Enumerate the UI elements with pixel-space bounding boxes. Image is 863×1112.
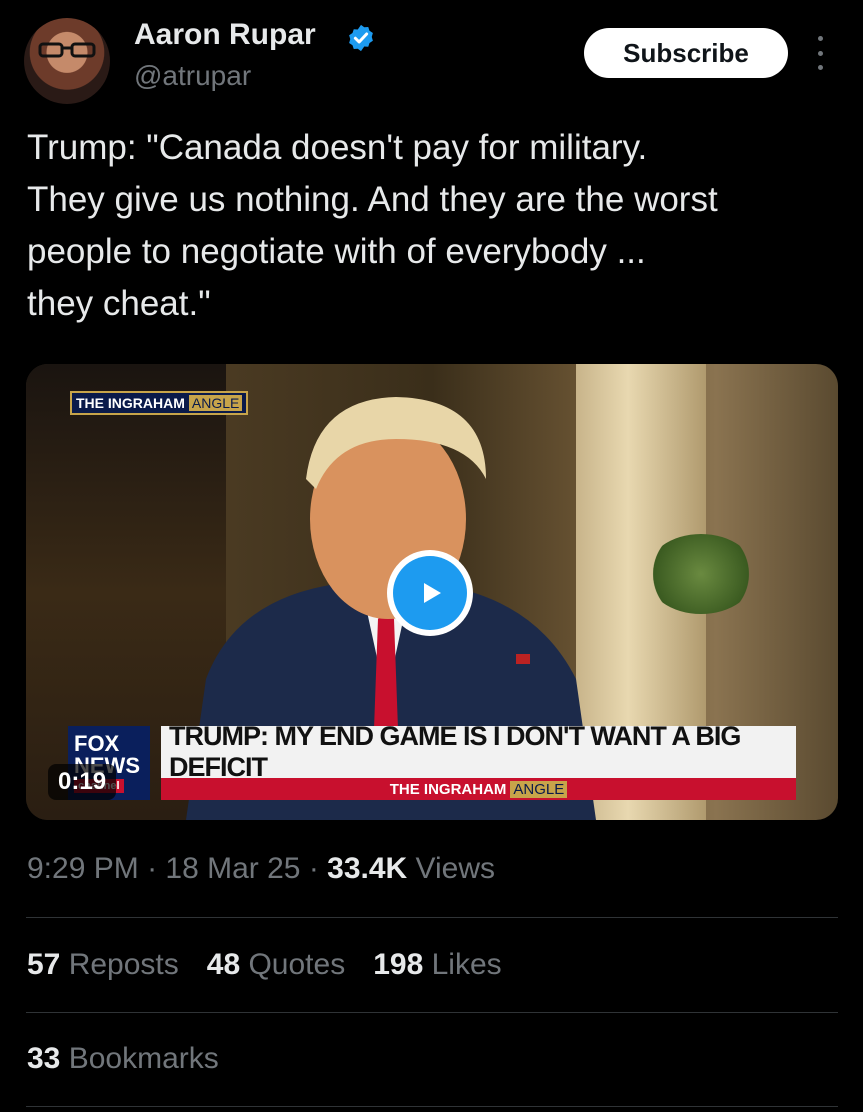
more-vertical-icon[interactable] <box>810 36 830 70</box>
divider <box>26 1012 838 1013</box>
video-plant <box>646 534 756 614</box>
reposts-label: Reposts <box>60 948 179 981</box>
tweet-header: Aaron Rupar @atrupar Subscribe <box>24 18 839 108</box>
bookmarks-label: Bookmarks <box>60 1042 219 1075</box>
show-logo-name: THE INGRAHAM <box>76 395 185 411</box>
news-chyron: TRUMP: MY END GAME IS I DON'T WANT A BIG… <box>161 721 796 800</box>
play-button[interactable] <box>387 550 473 636</box>
subscribe-button[interactable]: Subscribe <box>584 28 788 78</box>
reposts-stat[interactable]: 57 Reposts <box>27 948 179 982</box>
likes-count: 198 <box>373 948 424 981</box>
avatar[interactable] <box>24 18 110 104</box>
author-handle[interactable]: @atrupar <box>134 60 251 92</box>
tweet-meta: 9:29 PM · 18 Mar 25 · 33.4K Views <box>27 852 495 886</box>
author-name[interactable]: Aaron Rupar <box>134 18 316 52</box>
quotes-label: Quotes <box>240 948 346 981</box>
fox-logo-fox: FOX <box>74 731 120 756</box>
chyron-sub-name: THE INGRAHAM <box>389 780 507 798</box>
show-logo-angle: ANGLE <box>188 395 243 411</box>
likes-label: Likes <box>423 948 502 981</box>
video-player[interactable]: THE INGRAHAM ANGLE FOX NEWS channel TRUM… <box>26 364 838 820</box>
glasses-icon <box>38 42 96 58</box>
bookmarks-count: 33 <box>27 1042 61 1075</box>
views-count: 33.4K <box>327 852 408 885</box>
engagement-stats: 57 Reposts 48 Quotes 198 Likes <box>27 948 502 982</box>
chyron-sub: THE INGRAHAM ANGLE <box>161 778 796 800</box>
tweet-time[interactable]: 9:29 PM <box>27 852 139 885</box>
chyron-headline: TRUMP: MY END GAME IS I DON'T WANT A BIG… <box>161 721 796 782</box>
bookmarks-stat[interactable]: 33 Bookmarks <box>27 1042 219 1076</box>
meta-separator: · <box>300 852 328 885</box>
divider <box>26 917 838 918</box>
quotes-stat[interactable]: 48 Quotes <box>207 948 345 982</box>
tweet-date[interactable]: 18 Mar 25 <box>165 852 300 885</box>
play-icon <box>393 556 467 630</box>
verified-badge-icon <box>349 24 373 52</box>
video-duration: 0:19 <box>48 764 117 800</box>
chyron-sub-angle: ANGLE <box>510 780 568 798</box>
reposts-count: 57 <box>27 948 61 981</box>
meta-separator: · <box>138 852 166 885</box>
tweet-text: Trump: "Canada doesn't pay for military.… <box>27 128 718 323</box>
views-label: Views <box>407 852 496 885</box>
show-logo: THE INGRAHAM ANGLE <box>70 391 249 415</box>
likes-stat[interactable]: 198 Likes <box>373 948 501 982</box>
quotes-count: 48 <box>206 948 241 981</box>
divider <box>26 1106 838 1107</box>
